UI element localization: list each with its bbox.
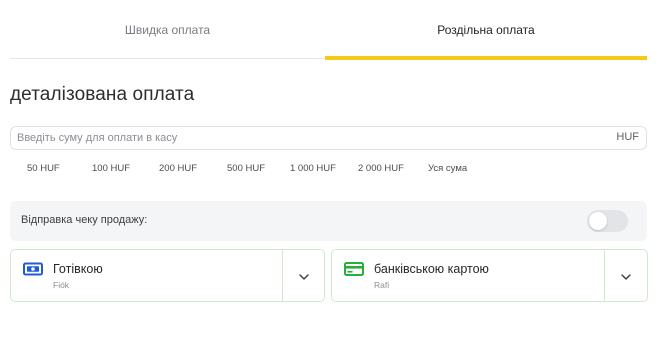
- tab-quick-payment-label: Швидка оплата: [124, 23, 211, 37]
- payment-method-subtitle: Rafi: [374, 280, 390, 290]
- chevron-down-icon: [621, 267, 631, 285]
- receipt-row: Відправка чеку продажу:: [10, 201, 647, 241]
- quick-amount-full[interactable]: Уся сума: [428, 163, 467, 174]
- credit-card-icon: [344, 262, 364, 276]
- expand-card-button[interactable]: [605, 250, 647, 301]
- tab-split-payment-label: Роздільна оплата: [437, 23, 535, 37]
- payment-method-title: Готівкою: [53, 262, 103, 276]
- chevron-down-icon: [299, 267, 309, 285]
- active-tab-indicator: [325, 56, 647, 60]
- tab-split-payment[interactable]: Роздільна оплата: [325, 0, 647, 60]
- toggle-knob: [589, 212, 607, 230]
- expand-cash-button[interactable]: [283, 250, 325, 301]
- payment-tabs: Швидка оплата Роздільна оплата: [10, 0, 647, 60]
- quick-amount-2000[interactable]: 2 000 HUF: [358, 163, 404, 174]
- tab-quick-payment[interactable]: Швидка оплата: [10, 0, 325, 60]
- amount-field: HUF: [10, 126, 647, 150]
- quick-amount-1000[interactable]: 1 000 HUF: [290, 163, 336, 174]
- payment-method-title: банківською картою: [374, 262, 489, 276]
- cash-icon: [23, 262, 43, 276]
- quick-amount-50[interactable]: 50 HUF: [27, 163, 60, 174]
- page-title: деталізована оплата: [10, 84, 195, 105]
- quick-amount-100[interactable]: 100 HUF: [92, 163, 130, 174]
- receipt-label: Відправка чеку продажу:: [21, 214, 148, 226]
- payment-method-cash[interactable]: Готівкою Fiók: [10, 249, 325, 302]
- quick-amount-200[interactable]: 200 HUF: [159, 163, 197, 174]
- payment-method-subtitle: Fiók: [53, 280, 70, 290]
- amount-input[interactable]: [17, 127, 577, 149]
- payment-method-card[interactable]: банківською картою Rafi: [331, 249, 648, 302]
- currency-label: HUF: [616, 131, 639, 143]
- receipt-toggle[interactable]: [587, 210, 628, 232]
- quick-amounts: 50 HUF 100 HUF 200 HUF 500 HUF 1 000 HUF…: [10, 163, 650, 179]
- quick-amount-500[interactable]: 500 HUF: [227, 163, 265, 174]
